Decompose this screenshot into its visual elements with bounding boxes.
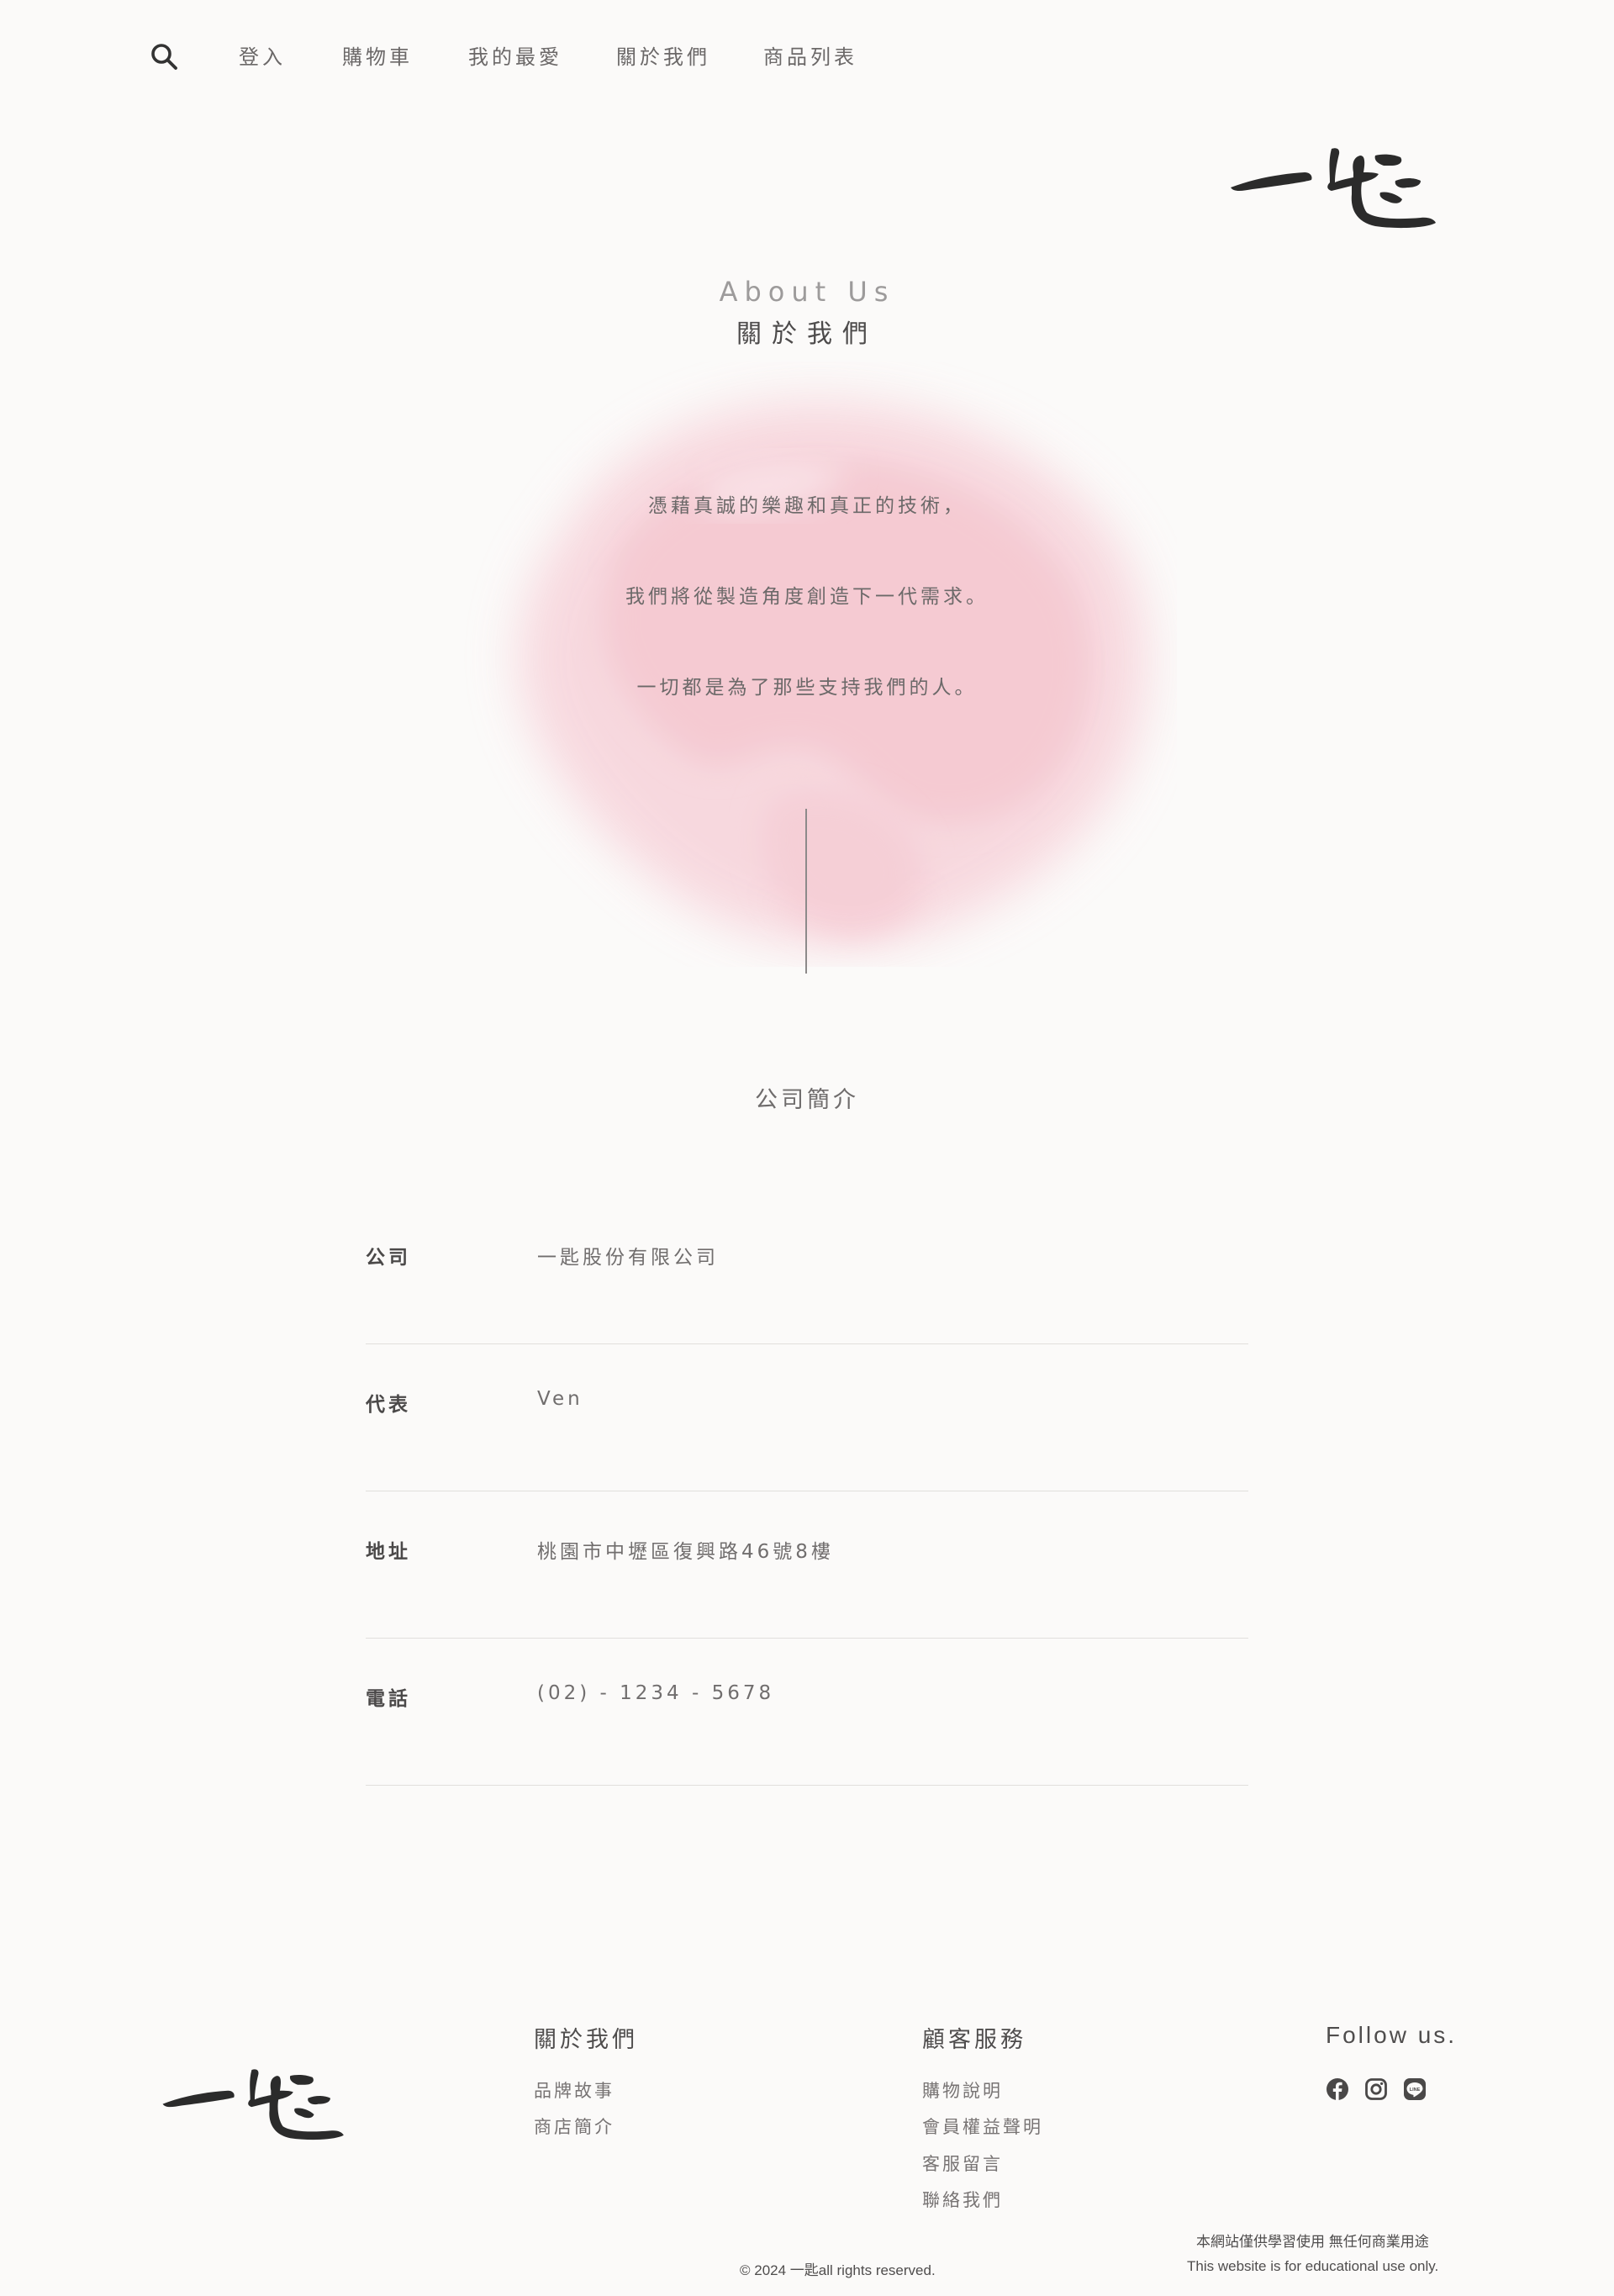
address-value: 桃園市中壢區復興路46號8樓 — [537, 1541, 834, 1563]
intro-line-1: 憑藉真誠的樂趣和真正的技術， — [648, 495, 966, 517]
vertical-divider — [805, 809, 807, 974]
instagram-icon[interactable] — [1364, 2077, 1388, 2101]
facebook-icon[interactable] — [1326, 2077, 1349, 2101]
footer-link-store-intro[interactable]: 商店簡介 — [534, 2114, 614, 2139]
top-nav: 登入 購物車 我的最愛 關於我們 商品列表 — [0, 0, 1614, 109]
phone-value: (02) - 1234 - 5678 — [537, 1682, 775, 1704]
copyright: © 2024 一匙all rights reserved. — [740, 2262, 936, 2278]
intro-line-2: 我們將從製造角度創造下一代需求。 — [625, 586, 989, 608]
svg-text:LINE: LINE — [1410, 2088, 1421, 2093]
nav-cart-link[interactable]: 購物車 — [342, 40, 413, 70]
about-title-en: About Us — [719, 276, 895, 308]
educational-note-zh: 本網站僅供學習使用 無任何商業用途 — [1196, 2234, 1429, 2250]
address-label: 地址 — [366, 1541, 411, 1563]
representative-row: 代表 Ven — [366, 1344, 1248, 1491]
nav-products-link[interactable]: 商品列表 — [763, 40, 857, 70]
nav-about-link[interactable]: 關於我們 — [616, 40, 710, 70]
company-row: 公司 一匙股份有限公司 — [366, 1197, 1248, 1344]
footer-link-member-rights[interactable]: 會員權益聲明 — [922, 2114, 1043, 2139]
educational-note-en: This website is for educational use only… — [1187, 2258, 1439, 2274]
footer-link-contact[interactable]: 聯絡我們 — [922, 2187, 1003, 2212]
footer-follow-heading: Follow us. — [1326, 2022, 1458, 2048]
brand-logo[interactable] — [1227, 139, 1442, 231]
representative-label: 代表 — [366, 1394, 411, 1416]
company-section-title: 公司簡介 — [755, 1087, 859, 1113]
phone-label: 電話 — [366, 1688, 411, 1710]
phone-row: 電話 (02) - 1234 - 5678 — [366, 1639, 1248, 1786]
footer-link-shopping-guide[interactable]: 購物說明 — [922, 2077, 1003, 2103]
line-icon[interactable]: LINE — [1403, 2077, 1427, 2101]
watercolor-background — [518, 401, 1147, 947]
nav-favorites-link[interactable]: 我的最愛 — [468, 40, 562, 70]
company-label: 公司 — [366, 1247, 411, 1269]
company-value: 一匙股份有限公司 — [537, 1247, 719, 1269]
footer-link-brand-story[interactable]: 品牌故事 — [534, 2077, 614, 2103]
footer-about-heading: 關於我們 — [534, 2027, 638, 2053]
about-title-zh: 關於我們 — [736, 319, 878, 349]
representative-value: Ven — [537, 1388, 583, 1410]
footer-service-heading: 顧客服務 — [922, 2027, 1026, 2053]
intro-line-3: 一切都是為了那些支持我們的人。 — [636, 677, 978, 699]
nav-login-link[interactable]: 登入 — [239, 40, 286, 70]
address-row: 地址 桃園市中壢區復興路46號8樓 — [366, 1491, 1248, 1639]
footer-brand-logo[interactable] — [160, 2060, 349, 2144]
search-icon[interactable] — [150, 42, 178, 71]
footer-link-customer-message[interactable]: 客服留言 — [922, 2151, 1003, 2176]
